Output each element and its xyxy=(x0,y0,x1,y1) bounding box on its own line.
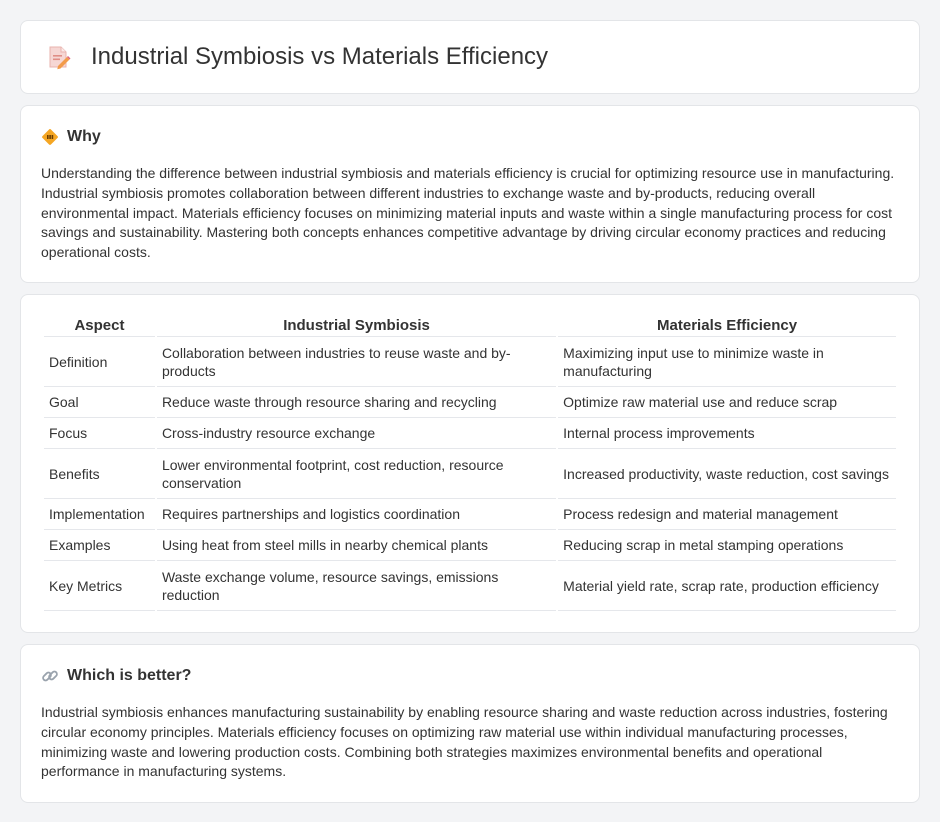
table-row: Focus Cross-industry resource exchange I… xyxy=(44,418,896,449)
symbiosis-cell: Lower environmental footprint, cost redu… xyxy=(156,449,557,499)
header-industrial-symbiosis: Industrial Symbiosis xyxy=(156,317,557,337)
efficiency-cell: Optimize raw material use and reduce scr… xyxy=(558,387,896,418)
efficiency-cell: Reducing scrap in metal stamping operati… xyxy=(558,530,896,561)
symbiosis-cell: Waste exchange volume, resource savings,… xyxy=(156,561,557,611)
aspect-cell: Implementation xyxy=(44,499,155,530)
comparison-card: Aspect Industrial Symbiosis Materials Ef… xyxy=(20,294,920,633)
comparison-table: Aspect Industrial Symbiosis Materials Ef… xyxy=(42,317,898,611)
efficiency-cell: Internal process improvements xyxy=(558,418,896,449)
aspect-cell: Examples xyxy=(44,530,155,561)
link-icon xyxy=(42,670,58,682)
better-heading: Which is better? xyxy=(67,667,192,684)
table-row: Goal Reduce waste through resource shari… xyxy=(44,387,896,418)
title-card: Industrial Symbiosis vs Materials Effici… xyxy=(20,20,920,94)
table-row: Benefits Lower environmental footprint, … xyxy=(44,449,896,499)
efficiency-cell: Process redesign and material management xyxy=(558,499,896,530)
aspect-cell: Focus xyxy=(44,418,155,449)
table-row: Examples Using heat from steel mills in … xyxy=(44,530,896,561)
symbiosis-cell: Cross-industry resource exchange xyxy=(156,418,557,449)
efficiency-cell: Material yield rate, scrap rate, product… xyxy=(558,561,896,611)
better-text: Industrial symbiosis enhances manufactur… xyxy=(41,704,888,780)
symbiosis-cell: Requires partnerships and logistics coor… xyxy=(156,499,557,530)
symbiosis-cell: Collaboration between industries to reus… xyxy=(156,337,557,387)
diamond-sign-icon xyxy=(42,129,58,145)
efficiency-cell: Increased productivity, waste reduction,… xyxy=(558,449,896,499)
document-pencil-icon xyxy=(49,46,71,70)
efficiency-cell: Maximizing input use to minimize waste i… xyxy=(558,337,896,387)
why-section: Why Understanding the difference between… xyxy=(20,105,920,283)
table-row: Implementation Requires partnerships and… xyxy=(44,499,896,530)
table-row: Key Metrics Waste exchange volume, resou… xyxy=(44,561,896,611)
aspect-cell: Goal xyxy=(44,387,155,418)
which-is-better-section: Which is better? Industrial symbiosis en… xyxy=(20,644,920,803)
header-materials-efficiency: Materials Efficiency xyxy=(558,317,896,337)
why-text: Understanding the difference between ind… xyxy=(41,165,895,261)
header-aspect: Aspect xyxy=(44,317,155,337)
symbiosis-cell: Reduce waste through resource sharing an… xyxy=(156,387,557,418)
table-row: Definition Collaboration between industr… xyxy=(44,337,896,387)
page-title: Industrial Symbiosis vs Materials Effici… xyxy=(91,43,549,70)
aspect-cell: Definition xyxy=(44,337,155,387)
aspect-cell: Key Metrics xyxy=(44,561,155,611)
why-heading: Why xyxy=(67,128,101,145)
aspect-cell: Benefits xyxy=(44,449,155,499)
symbiosis-cell: Using heat from steel mills in nearby ch… xyxy=(156,530,557,561)
